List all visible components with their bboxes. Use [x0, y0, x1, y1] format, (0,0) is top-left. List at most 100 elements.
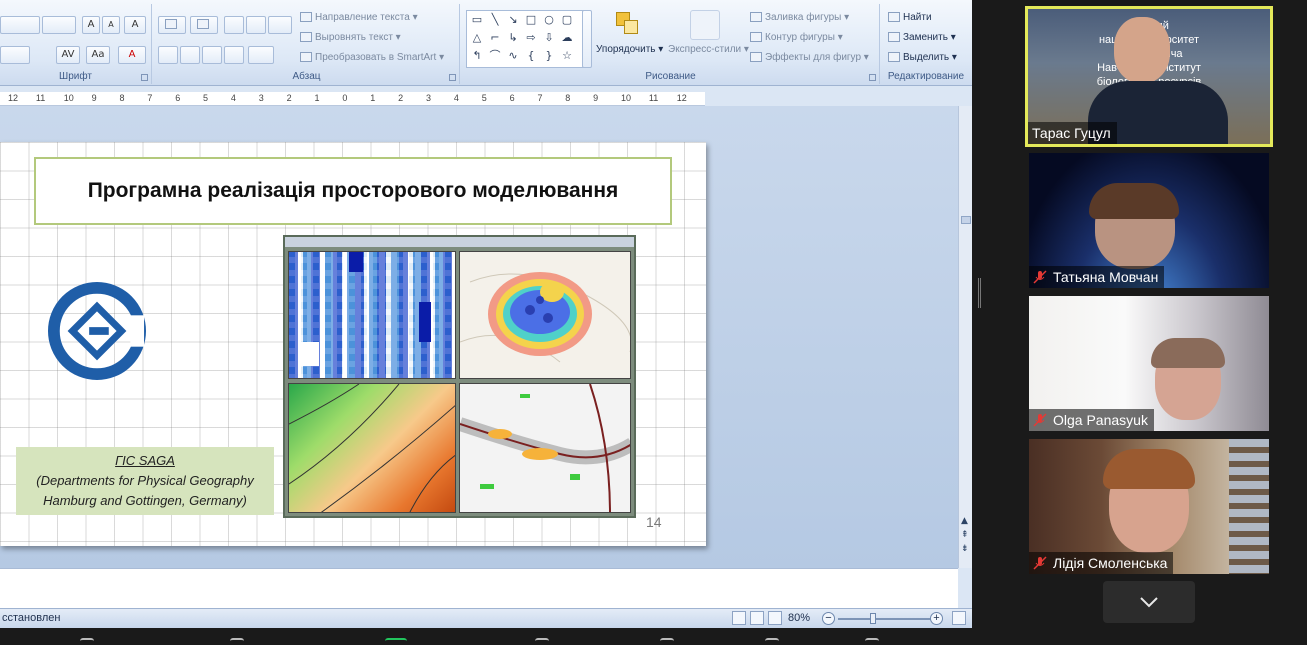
grow-font-button[interactable]: A: [82, 16, 100, 34]
slide[interactable]: Програмна реалізація просторового моделю…: [0, 142, 706, 546]
zoom-percent[interactable]: 80%: [788, 612, 810, 624]
align-text-button[interactable]: Выровнять текст ▾: [300, 32, 401, 43]
decrease-indent-button[interactable]: [224, 16, 244, 34]
drawing-group: ▭ ╲ ↘ □ ○ ▢ △ ⌐ ↳ ⇨ ⇩ ☁ ↰ ⌒ ∿ { } ☆ Упор…: [462, 4, 880, 84]
shape-effects-button[interactable]: Эффекты для фигур ▾: [750, 52, 869, 63]
notes-pane[interactable]: [0, 568, 958, 608]
ruler-tick-label: 11: [35, 93, 46, 103]
clear-format-button[interactable]: A: [124, 16, 146, 34]
editing-group: Найти Заменить ▾ Выделить ▾ Редактирован…: [882, 4, 970, 84]
strikethrough-button[interactable]: [0, 46, 30, 64]
slide-canvas[interactable]: Програмна реалізація просторового моделю…: [0, 106, 958, 568]
ruler-tick-label: 4: [230, 93, 236, 103]
arrange-button[interactable]: Упорядочить ▾: [596, 44, 663, 55]
increase-indent-button[interactable]: [246, 16, 266, 34]
participants-icon[interactable]: [535, 638, 549, 645]
scroll-up-arrow-icon[interactable]: ▲: [961, 516, 968, 526]
shape-outline-button[interactable]: Контур фигуры ▾: [750, 32, 843, 43]
software-caption[interactable]: ГІС SAGA (Departments for Physical Geogr…: [16, 447, 274, 515]
slide-number: 14: [646, 514, 662, 530]
font-dialog-launcher-icon[interactable]: [141, 74, 148, 81]
left-brace-shape-icon[interactable]: {: [523, 49, 539, 63]
bookshelf: [1229, 439, 1269, 574]
arc-arrow-shape-icon[interactable]: ↰: [469, 49, 485, 63]
arrow-line-shape-icon[interactable]: ↘: [505, 13, 521, 27]
font-color-button[interactable]: A: [118, 46, 146, 64]
convert-smartart-button[interactable]: Преобразовать в SmartArt ▾: [300, 52, 444, 63]
fit-to-window-icon[interactable]: [952, 611, 966, 625]
cloud-shape-icon[interactable]: ☁: [559, 31, 575, 45]
drawing-dialog-launcher-icon[interactable]: [869, 74, 876, 81]
shape-fill-button[interactable]: Заливка фигуры ▾: [750, 12, 849, 23]
align-right-button[interactable]: [202, 46, 222, 64]
reactions-icon[interactable]: [865, 638, 879, 645]
quick-styles-button[interactable]: Экспресс-стили ▾: [668, 44, 749, 55]
participant-tile[interactable]: Татьяна Мовчан: [1029, 153, 1269, 288]
scroll-participants-down-button[interactable]: [1103, 581, 1195, 623]
find-button[interactable]: Найти: [888, 12, 932, 23]
rectangle-shape-icon[interactable]: □: [523, 13, 539, 27]
textbox-shape-icon[interactable]: ▭: [469, 13, 485, 27]
curve-shape-icon[interactable]: ⌒: [487, 49, 503, 63]
zoom-in-button[interactable]: +: [930, 612, 943, 625]
horizontal-ruler[interactable]: 12 11 10 9 8 7 6 5 4 3 2 1 0 1 2 3 4 5 6 7 8 9 10 11 12: [0, 92, 705, 106]
align-left-button[interactable]: [158, 46, 178, 64]
shapes-gallery-scroll[interactable]: [582, 10, 592, 68]
line-spacing-button[interactable]: [268, 16, 292, 34]
bullets-button[interactable]: [158, 16, 186, 34]
columns-button[interactable]: [248, 46, 274, 64]
gis-pane-heatmap: [459, 251, 631, 379]
text-direction-button[interactable]: Направление текста ▾: [300, 12, 418, 23]
char-spacing-button[interactable]: AV: [56, 46, 80, 64]
zoom-meeting-window: A A A AV Aa A Шрифт Направление текста ▾…: [0, 0, 1307, 645]
font-name-dropdown[interactable]: [0, 16, 40, 34]
slide-sorter-view-icon[interactable]: [750, 611, 764, 625]
vertical-scrollbar[interactable]: ▲ ⇞ ⇟: [958, 106, 972, 568]
next-slide-icon[interactable]: ⇟: [961, 544, 969, 554]
mute-toolbar-icon[interactable]: [80, 638, 94, 645]
star-shape-icon[interactable]: ☆: [559, 49, 575, 63]
participant-tile[interactable]: Лідія Смоленська: [1029, 439, 1269, 574]
slideshow-view-icon[interactable]: [768, 611, 782, 625]
zoom-out-button[interactable]: −: [822, 612, 835, 625]
numbering-button[interactable]: [190, 16, 218, 34]
participant-tile-active[interactable]: Чер кий національн ерситет імені К овича…: [1025, 6, 1273, 147]
right-arrow-shape-icon[interactable]: ⇨: [523, 31, 539, 45]
select-button[interactable]: Выделить ▾: [888, 52, 957, 63]
shapes-gallery[interactable]: ▭ ╲ ↘ □ ○ ▢ △ ⌐ ↳ ⇨ ⇩ ☁ ↰ ⌒ ∿ { } ☆: [466, 10, 584, 68]
down-arrow-shape-icon[interactable]: ⇩: [541, 31, 557, 45]
zoom-slider-thumb[interactable]: [870, 613, 876, 624]
participant-tile[interactable]: Olga Panasyuk: [1029, 296, 1269, 431]
change-case-button[interactable]: Aa: [86, 46, 110, 64]
find-label: Найти: [903, 12, 932, 23]
normal-view-icon[interactable]: [732, 611, 746, 625]
paint-bucket-icon: [750, 12, 762, 23]
zoom-slider[interactable]: [838, 618, 932, 620]
oval-shape-icon[interactable]: ○: [541, 13, 557, 27]
saga-logo-icon: [48, 282, 146, 380]
line-shape-icon[interactable]: ╲: [487, 13, 503, 27]
slide-title-box[interactable]: Програмна реалізація просторового моделю…: [34, 157, 672, 225]
rounded-rect-shape-icon[interactable]: ▢: [559, 13, 575, 27]
participant-face: [1114, 17, 1170, 83]
prev-slide-icon[interactable]: ⇞: [961, 530, 969, 540]
justify-button[interactable]: [224, 46, 244, 64]
chat-icon[interactable]: [660, 638, 674, 645]
gis-screenshot-image[interactable]: [283, 235, 636, 518]
elbow-arrow-shape-icon[interactable]: ↳: [505, 31, 521, 45]
font-size-dropdown[interactable]: [42, 16, 76, 34]
right-brace-shape-icon[interactable]: }: [541, 49, 557, 63]
elbow-connector-shape-icon[interactable]: ⌐: [487, 31, 503, 45]
shrink-font-button[interactable]: A: [102, 16, 120, 34]
freeform-shape-icon[interactable]: ∿: [505, 49, 521, 63]
video-toolbar-icon[interactable]: [230, 638, 244, 645]
paragraph-dialog-launcher-icon[interactable]: [449, 74, 456, 81]
record-icon[interactable]: [765, 638, 779, 645]
triangle-shape-icon[interactable]: △: [469, 31, 485, 45]
share-screen-icon[interactable]: [385, 638, 407, 645]
replace-button[interactable]: Заменить ▾: [888, 32, 956, 43]
status-bar: сстановлен 80% − +: [0, 608, 972, 628]
align-center-button[interactable]: [180, 46, 200, 64]
panel-resize-handle[interactable]: [978, 278, 981, 308]
scrollbar-thumb[interactable]: [961, 216, 971, 224]
